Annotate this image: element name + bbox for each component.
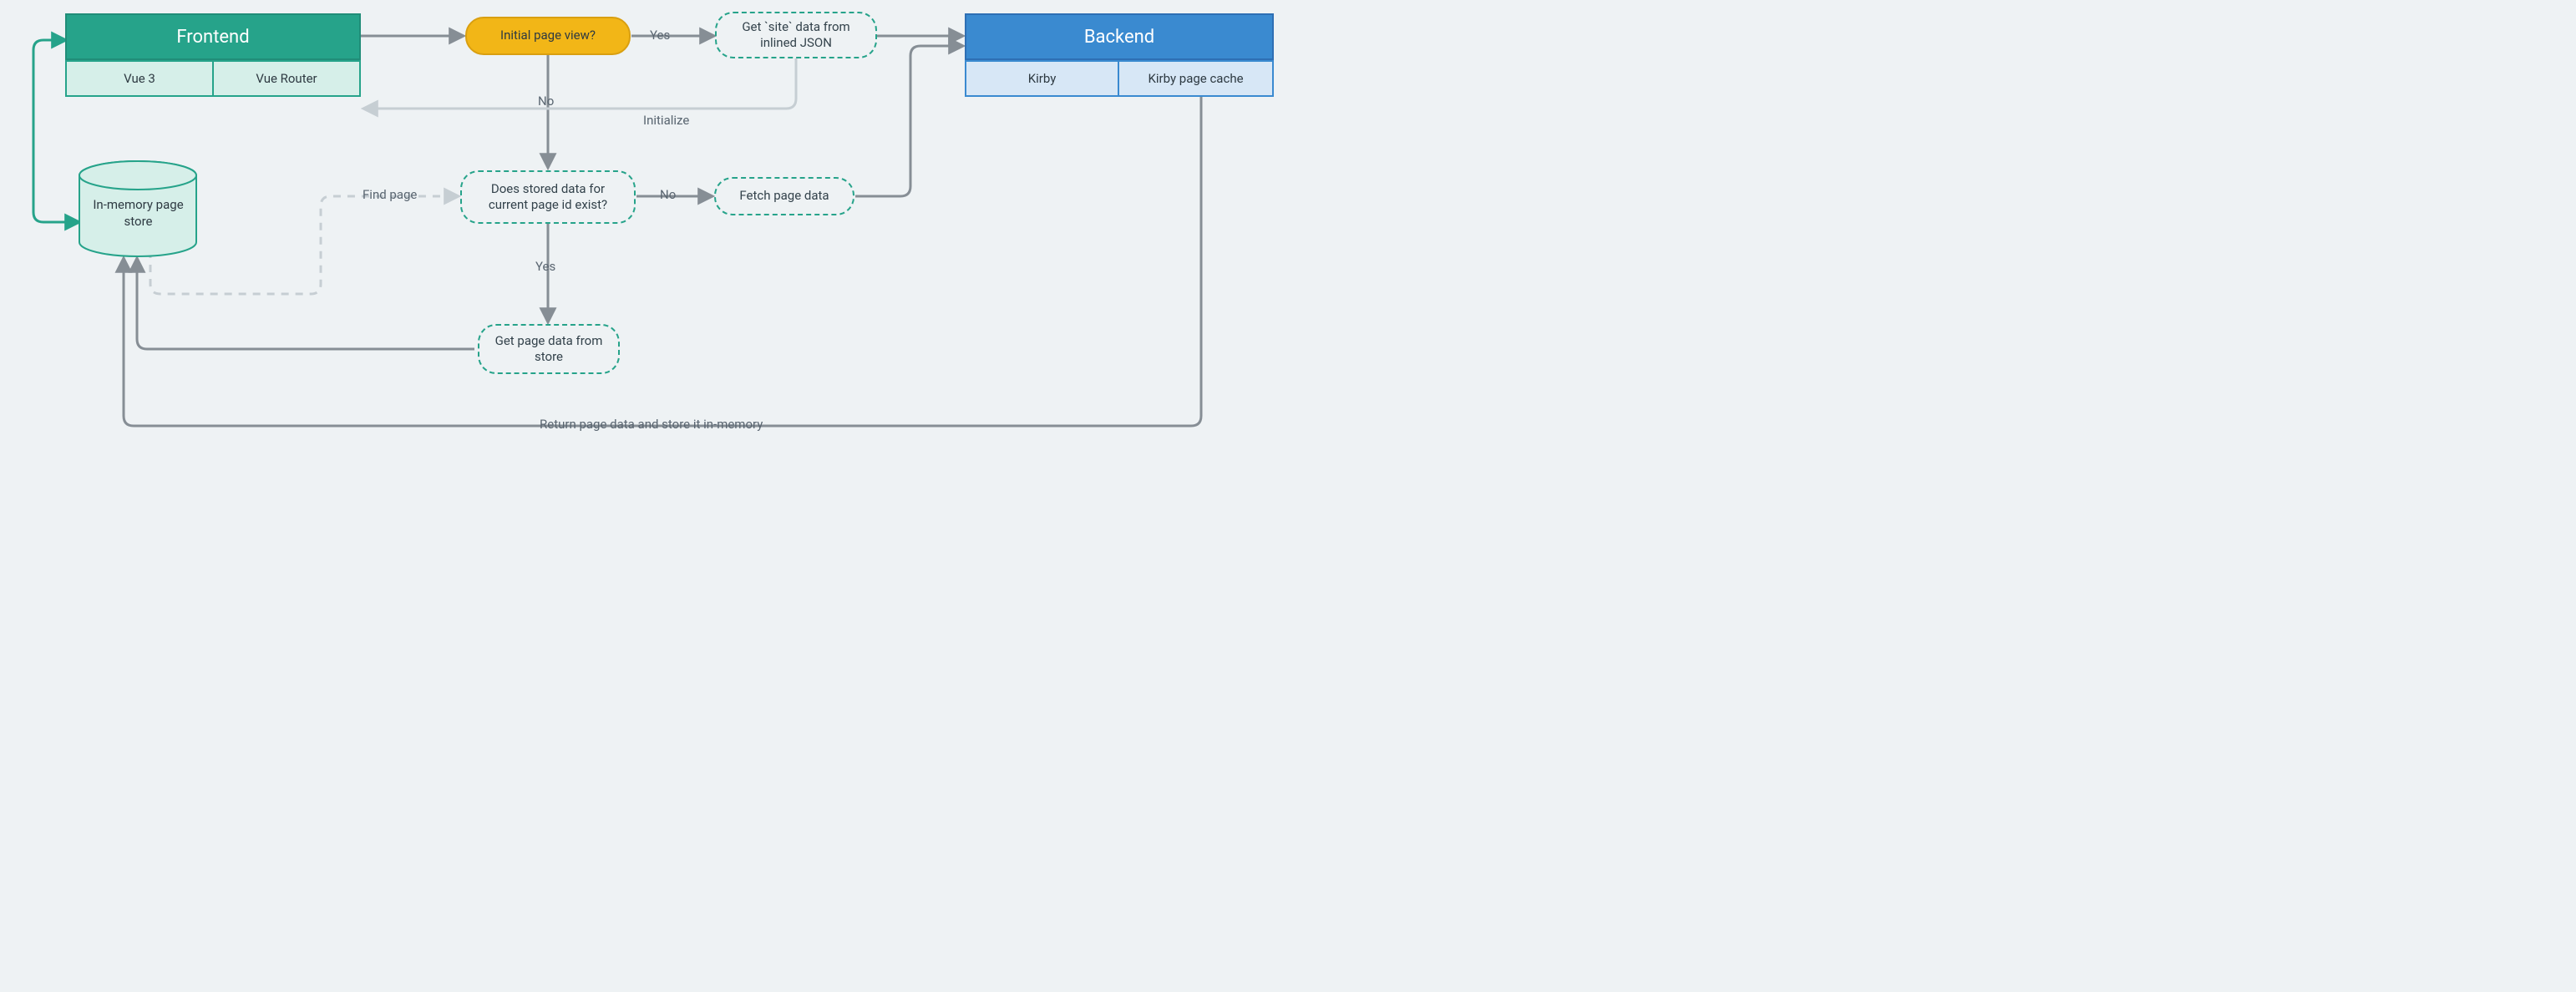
frontend-sub-router: Vue Router: [212, 60, 361, 97]
node-fetch-page-data: Fetch page data: [714, 177, 854, 215]
node-initial-label: Initial page view?: [500, 28, 596, 44]
edge-label-yes1: Yes: [650, 28, 670, 43]
edge-label-no2: No: [660, 187, 676, 202]
node-fetch-label: Fetch page data: [739, 188, 829, 205]
backend-sub-kirby-label: Kirby: [1028, 71, 1057, 86]
backend-sub-kirby: Kirby: [965, 60, 1119, 97]
diagram-stage: Frontend Vue 3 Vue Router Backend Kirby …: [0, 0, 1288, 496]
node-get-from-store: Get page data from store: [478, 324, 620, 374]
backend-title: Backend: [1084, 27, 1154, 48]
node-stored-exists-label: Does stored data for current page id exi…: [477, 181, 619, 214]
edge-label-yes2: Yes: [535, 259, 555, 274]
backend-sub-cache-label: Kirby page cache: [1148, 71, 1243, 86]
edge-label-find-page: Find page: [363, 187, 417, 202]
node-in-memory-store: In-memory page store: [90, 197, 186, 230]
node-initial-page-view: Initial page view?: [465, 17, 631, 55]
frontend-title: Frontend: [176, 27, 249, 48]
node-get-from-store-label: Get page data from store: [494, 333, 603, 366]
frontend-sub-vue: Vue 3: [65, 60, 214, 97]
edge-label-initialize: Initialize: [643, 113, 689, 128]
frontend-sub-router-label: Vue Router: [256, 71, 317, 86]
edge-label-no1: No: [538, 94, 554, 109]
node-stored-data-exists: Does stored data for current page id exi…: [460, 170, 636, 224]
backend-header: Backend: [965, 13, 1274, 60]
node-get-site-label: Get `site` data from inlined JSON: [732, 19, 860, 52]
node-store-label: In-memory page store: [93, 197, 183, 229]
frontend-sub-vue-label: Vue 3: [124, 71, 155, 86]
edge-label-return-store: Return page data and store it in-memory: [540, 417, 763, 432]
backend-sub-cache: Kirby page cache: [1118, 60, 1274, 97]
node-get-site-data: Get `site` data from inlined JSON: [715, 12, 877, 58]
frontend-header: Frontend: [65, 13, 361, 60]
